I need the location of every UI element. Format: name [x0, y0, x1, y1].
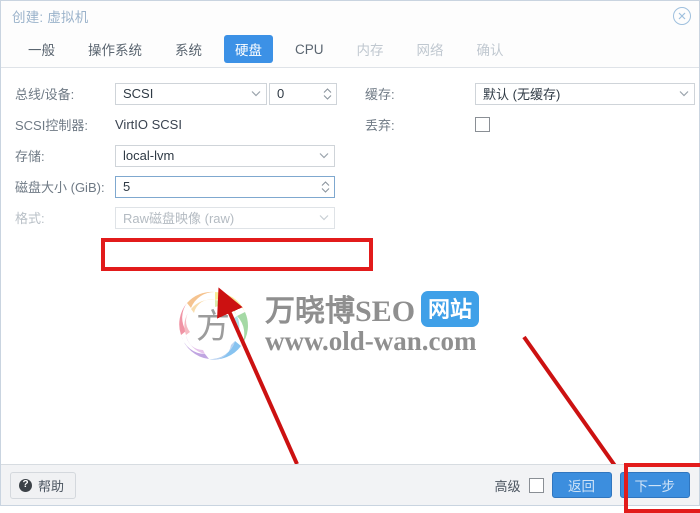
tab-os[interactable]: 操作系统	[77, 35, 153, 63]
back-button[interactable]: 返回	[551, 472, 612, 498]
row-cache: 缓存: 默认 (无缓存)	[365, 82, 699, 105]
form-left-column: 总线/设备: SCSI 0 SCSI控制器: VirtIO SCSI 存储: l…	[1, 82, 353, 237]
page-title: 创建: 虚拟机	[12, 10, 89, 25]
watermark-url: www.old-wan.com	[265, 326, 477, 356]
tab-network: 网络	[416, 43, 444, 58]
brand-logo-icon: 方	[179, 291, 248, 360]
row-disk-size: 磁盘大小 (GiB): 5	[15, 175, 353, 198]
red-arrow-down-right	[522, 335, 617, 464]
row-scsi-controller: SCSI控制器: VirtIO SCSI	[15, 113, 353, 136]
cache-value: 默认 (无缓存)	[483, 87, 561, 102]
red-box-disk-size	[101, 238, 373, 271]
bus-device-value: SCSI	[123, 86, 154, 101]
row-format: 格式: Raw磁盘映像 (raw)	[15, 206, 353, 229]
help-button-label: 帮助	[38, 478, 65, 494]
storage-select[interactable]: local-lvm	[115, 144, 335, 167]
bus-device-label: 总线/设备:	[15, 87, 75, 102]
advanced-label: 高级	[494, 478, 521, 494]
tab-confirm: 确认	[476, 43, 504, 58]
format-value: Raw磁盘映像 (raw)	[123, 211, 235, 226]
row-bus-device: 总线/设备: SCSI 0	[15, 82, 353, 105]
watermark-brand-text: 万晓博SEO	[265, 295, 416, 328]
form-columns: 总线/设备: SCSI 0 SCSI控制器: VirtIO SCSI 存储: l…	[1, 82, 699, 237]
tab-hard-disk[interactable]: 硬盘	[224, 35, 273, 63]
watermark-brand: 万晓博SEO 网站	[265, 286, 480, 330]
dialog-content: 总线/设备: SCSI 0 SCSI控制器: VirtIO SCSI 存储: l…	[1, 68, 699, 464]
chevron-down-icon	[674, 90, 694, 97]
disk-size-label: 磁盘大小 (GiB):	[15, 180, 105, 195]
bus-index-stepper[interactable]: 0	[269, 82, 337, 105]
form-right-column: 缓存: 默认 (无缓存) 丢弃:	[353, 82, 699, 237]
svg-text:方: 方	[196, 308, 230, 346]
stepper-arrows-icon[interactable]	[316, 180, 334, 194]
help-button[interactable]: ? 帮助	[10, 471, 77, 499]
cache-label: 缓存:	[365, 87, 395, 102]
tab-system[interactable]: 系统	[164, 35, 213, 63]
red-arrow-up-left	[217, 287, 299, 464]
chevron-down-icon	[314, 214, 334, 221]
scsi-controller-label: SCSI控制器:	[15, 118, 88, 133]
disk-size-input[interactable]: 5	[115, 175, 335, 198]
footer-actions: 高级 返回 下一步	[494, 472, 690, 498]
dialog-titlebar: 创建: 虚拟机	[1, 1, 699, 31]
scsi-controller-value: VirtIO SCSI	[115, 117, 182, 132]
close-icon[interactable]	[673, 7, 691, 25]
disk-size-value: 5	[123, 179, 131, 194]
bus-device-select[interactable]: SCSI	[115, 82, 267, 105]
tab-bar: 一般 操作系统 系统 硬盘 CPU 内存 网络 确认	[1, 31, 699, 68]
dialog-footer: ? 帮助 高级 返回 下一步	[1, 464, 699, 505]
advanced-checkbox[interactable]	[528, 477, 544, 493]
create-vm-dialog: 创建: 虚拟机 一般 操作系统 系统 硬盘 CPU 内存 网络 确认 总线/设备…	[0, 0, 700, 513]
discard-label: 丢弃:	[365, 118, 395, 133]
watermark-badge: 网站	[421, 291, 480, 327]
format-select: Raw磁盘映像 (raw)	[115, 206, 335, 229]
bus-index-value: 0	[277, 86, 285, 101]
discard-checkbox[interactable]	[475, 117, 490, 132]
storage-label: 存储:	[15, 149, 45, 164]
next-button[interactable]: 下一步	[619, 472, 690, 498]
format-label: 格式:	[15, 211, 45, 226]
question-mark-icon: ?	[19, 478, 32, 492]
storage-value: local-lvm	[123, 148, 175, 163]
stepper-arrows-icon[interactable]	[318, 87, 336, 101]
row-storage: 存储: local-lvm	[15, 144, 353, 167]
chevron-down-icon	[246, 90, 266, 97]
watermark: 方 万晓博SEO 网站 www.old-wan.com	[169, 282, 529, 366]
row-discard: 丢弃:	[365, 113, 699, 136]
tab-general[interactable]: 一般	[17, 35, 66, 63]
chevron-down-icon	[314, 152, 334, 159]
tab-memory: 内存	[356, 43, 384, 58]
tab-cpu[interactable]: CPU	[284, 38, 335, 61]
cache-select[interactable]: 默认 (无缓存)	[475, 82, 695, 105]
